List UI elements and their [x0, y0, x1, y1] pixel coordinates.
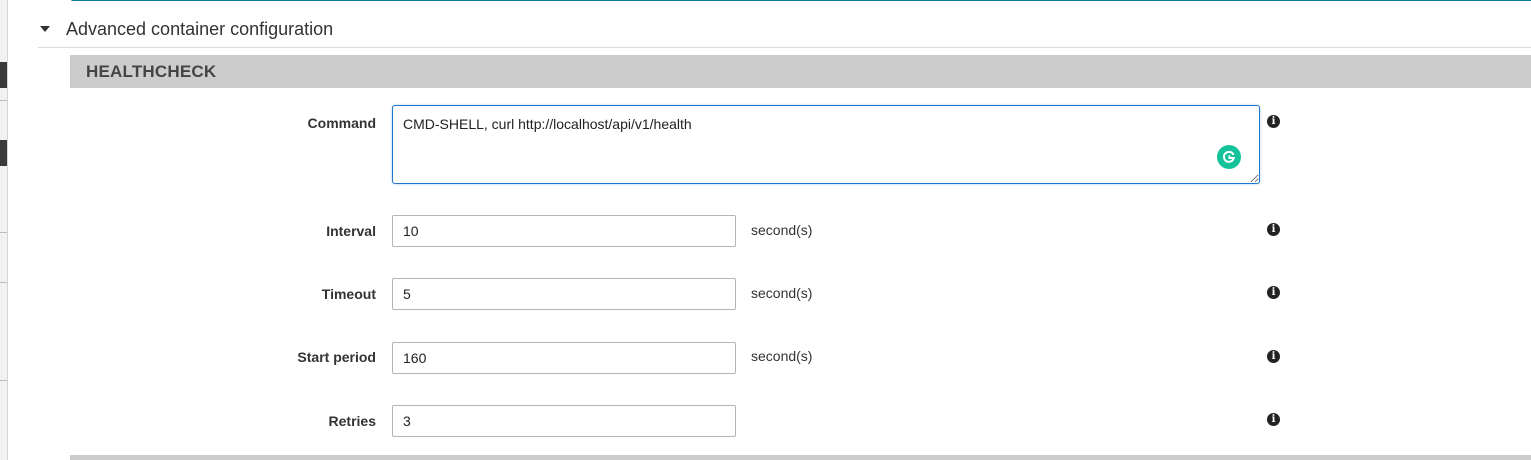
edge-divider: [0, 282, 7, 283]
grammarly-g-glyph: [1222, 150, 1236, 163]
interval-info-icon[interactable]: i: [1267, 223, 1280, 236]
caret-down-icon: [40, 26, 50, 32]
retries-label: Retries: [328, 413, 376, 429]
edge-divider: [0, 100, 7, 101]
healthcheck-header: HEALTHCHECK: [70, 55, 1531, 88]
healthcheck-title: HEALTHCHECK: [86, 61, 217, 81]
section-divider: [38, 47, 1531, 48]
adjacent-panel-edge: [0, 0, 8, 460]
start-period-input[interactable]: [392, 342, 736, 374]
grammarly-icon[interactable]: [1217, 145, 1241, 169]
command-label: Command: [307, 115, 376, 131]
interval-label: Interval: [326, 223, 376, 239]
previous-field-edge: [70, 0, 1531, 1]
start-period-unit: second(s): [751, 348, 813, 364]
timeout-input[interactable]: [392, 278, 736, 310]
retries-info-icon[interactable]: i: [1267, 413, 1280, 426]
interval-unit: second(s): [751, 222, 813, 238]
timeout-unit: second(s): [751, 285, 813, 301]
edge-decoration: [0, 62, 7, 88]
timeout-label: Timeout: [321, 286, 376, 302]
section-title: Advanced container configuration: [66, 18, 334, 39]
command-textarea[interactable]: CMD-SHELL, curl http://localhost/api/v1/…: [392, 105, 1260, 184]
start-period-label: Start period: [297, 349, 376, 365]
advanced-container-config-toggle[interactable]: Advanced container configuration: [38, 14, 333, 44]
retries-input[interactable]: [392, 405, 736, 437]
edge-divider: [0, 232, 7, 233]
next-section-header-edge: [70, 455, 1531, 460]
command-info-icon[interactable]: i: [1267, 115, 1280, 128]
edge-decoration: [0, 140, 7, 166]
start-period-info-icon[interactable]: i: [1267, 350, 1280, 363]
interval-input[interactable]: [392, 215, 736, 247]
timeout-info-icon[interactable]: i: [1267, 286, 1280, 299]
edge-divider: [0, 380, 7, 381]
